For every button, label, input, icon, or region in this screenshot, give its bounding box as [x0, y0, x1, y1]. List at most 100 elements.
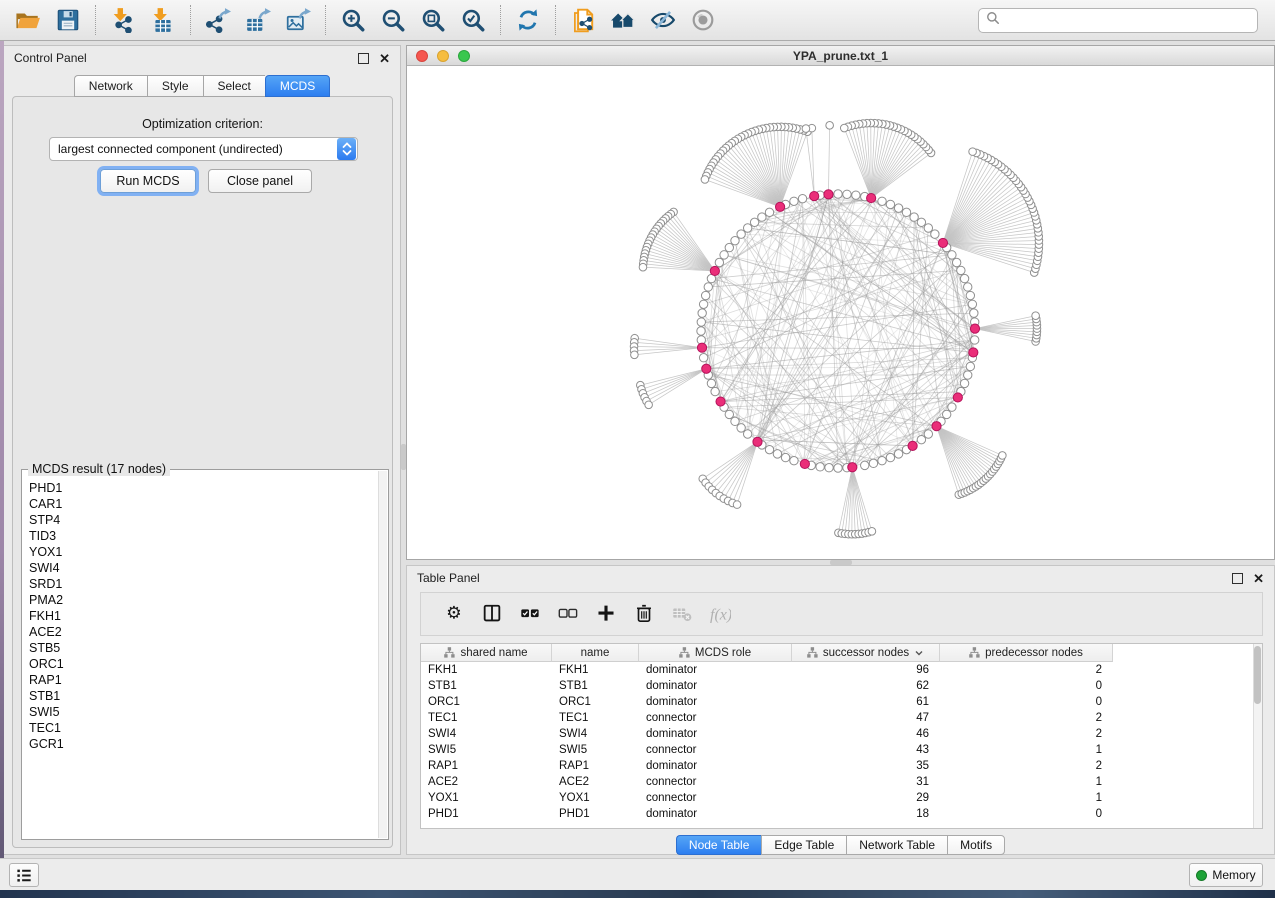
table-scrollbar[interactable] [1253, 644, 1262, 828]
add-button[interactable] [587, 597, 625, 631]
table-row[interactable]: ACE2ACE2connector311 [421, 774, 1262, 790]
mcds-result-item[interactable]: PHD1 [29, 480, 378, 496]
tab-edge-table[interactable]: Edge Table [761, 835, 846, 855]
table-row[interactable]: FKH1FKH1dominator962 [421, 662, 1262, 678]
column-header-shared-name[interactable]: shared name [421, 644, 552, 662]
mcds-result-item[interactable]: ORC1 [29, 656, 378, 672]
export-network-button[interactable] [198, 3, 238, 37]
mcds-result-item[interactable]: CAR1 [29, 496, 378, 512]
panel-list-button[interactable] [9, 863, 39, 887]
mcds-result-item[interactable]: PMA2 [29, 592, 378, 608]
table-row[interactable]: YOX1YOX1connector291 [421, 790, 1262, 806]
select-all-button[interactable] [511, 597, 549, 631]
settings-gear-button[interactable]: ⚙ [435, 597, 473, 631]
float-table-panel-icon[interactable] [1232, 573, 1243, 584]
run-mcds-button[interactable]: Run MCDS [100, 169, 196, 193]
tab-motifs[interactable]: Motifs [947, 835, 1005, 855]
table-cell: 0 [940, 806, 1113, 822]
delete-button[interactable] [625, 597, 663, 631]
column-label: name [581, 647, 610, 659]
column-type-icon [679, 647, 690, 658]
select-all-icon [519, 603, 541, 625]
tab-select[interactable]: Select [203, 75, 265, 97]
column-type-icon [969, 647, 980, 658]
column-header-successor-nodes[interactable]: successor nodes [792, 644, 940, 662]
export-table-button[interactable] [238, 3, 278, 37]
network-window-titlebar[interactable]: YPA_prune.txt_1 [407, 46, 1274, 66]
table-cell: SWI4 [552, 726, 639, 742]
search-field[interactable] [978, 8, 1258, 33]
mcds-result-item[interactable]: ACE2 [29, 624, 378, 640]
tab-mcds[interactable]: MCDS [265, 75, 330, 97]
import-table-button[interactable] [143, 3, 183, 37]
table-cell: dominator [639, 662, 792, 678]
mcds-result-item[interactable]: SRD1 [29, 576, 378, 592]
column-header-name[interactable]: name [552, 644, 639, 662]
tab-style[interactable]: Style [147, 75, 203, 97]
table-row[interactable]: ORC1ORC1dominator610 [421, 694, 1262, 710]
table-cell: ORC1 [421, 694, 552, 710]
tab-network[interactable]: Network [74, 75, 147, 97]
table-cell: 2 [940, 710, 1113, 726]
mcds-result-item[interactable]: SWI4 [29, 560, 378, 576]
mcds-result-list[interactable]: PHD1CAR1STP4TID3YOX1SWI4SRD1PMA2FKH1ACE2… [23, 476, 378, 838]
close-table-panel-icon[interactable]: ✕ [1253, 573, 1264, 584]
show-panels-eye-button[interactable] [683, 3, 723, 37]
table-row[interactable]: PHD1PHD1dominator180 [421, 806, 1262, 822]
table-cell: dominator [639, 726, 792, 742]
open-session-button[interactable] [8, 3, 48, 37]
table-row[interactable]: TEC1TEC1connector472 [421, 710, 1262, 726]
search-input[interactable] [1005, 9, 1257, 32]
memory-button[interactable]: Memory [1189, 863, 1263, 887]
zoom-fit-icon [420, 7, 446, 33]
close-panel-icon[interactable]: ✕ [379, 53, 390, 64]
float-panel-icon[interactable] [358, 53, 369, 64]
network-canvas[interactable] [407, 66, 1274, 559]
mcds-result-item[interactable]: STP4 [29, 512, 378, 528]
mcds-result-item[interactable]: GCR1 [29, 736, 378, 752]
table-row[interactable]: STB1STB1dominator620 [421, 678, 1262, 694]
column-header-predecessor-nodes[interactable]: predecessor nodes [940, 644, 1113, 662]
criterion-dropdown[interactable]: largest connected component (undirected) [49, 137, 358, 161]
save-session-button[interactable] [48, 3, 88, 37]
zoom-out-button[interactable] [373, 3, 413, 37]
mcds-result-scrollbar[interactable] [378, 471, 387, 838]
zoom-fit-button[interactable] [413, 3, 453, 37]
table-row[interactable]: SWI5SWI5connector431 [421, 742, 1262, 758]
control-panel-tabs: NetworkStyleSelectMCDS [4, 75, 400, 97]
mcds-result-item[interactable]: YOX1 [29, 544, 378, 560]
zoom-in-button[interactable] [333, 3, 373, 37]
deselect-all-button[interactable] [549, 597, 587, 631]
hide-panels-eye-button[interactable] [643, 3, 683, 37]
table-cell: 2 [940, 726, 1113, 742]
memory-label: Memory [1212, 868, 1255, 882]
column-header-MCDS-role[interactable]: MCDS role [639, 644, 792, 662]
network-file-button[interactable] [563, 3, 603, 37]
mcds-result-item[interactable]: FKH1 [29, 608, 378, 624]
import-network-button[interactable] [103, 3, 143, 37]
zoom-selected-button[interactable] [453, 3, 493, 37]
refresh-button[interactable] [508, 3, 548, 37]
tab-network-table[interactable]: Network Table [846, 835, 947, 855]
close-panel-button[interactable]: Close panel [208, 169, 312, 193]
mcds-result-item[interactable]: SWI5 [29, 704, 378, 720]
table-row[interactable]: RAP1RAP1dominator352 [421, 758, 1262, 774]
export-table-icon [245, 7, 271, 33]
mcds-result-item[interactable]: RAP1 [29, 672, 378, 688]
table-cell: SWI5 [552, 742, 639, 758]
table-scrollbar-thumb[interactable] [1254, 646, 1261, 704]
table-cell: connector [639, 790, 792, 806]
mcds-result-item[interactable]: TEC1 [29, 720, 378, 736]
tab-node-table[interactable]: Node Table [676, 835, 762, 855]
home-button[interactable] [603, 3, 643, 37]
mcds-result-item[interactable]: STB1 [29, 688, 378, 704]
network-graph[interactable] [407, 66, 1274, 559]
table-cell: 1 [940, 790, 1113, 806]
import-table-icon [150, 7, 176, 33]
mcds-result-item[interactable]: STB5 [29, 640, 378, 656]
show-columns-button[interactable] [473, 597, 511, 631]
table-row[interactable]: SWI4SWI4dominator462 [421, 726, 1262, 742]
delete-icon [633, 603, 655, 625]
export-image-button[interactable] [278, 3, 318, 37]
mcds-result-item[interactable]: TID3 [29, 528, 378, 544]
